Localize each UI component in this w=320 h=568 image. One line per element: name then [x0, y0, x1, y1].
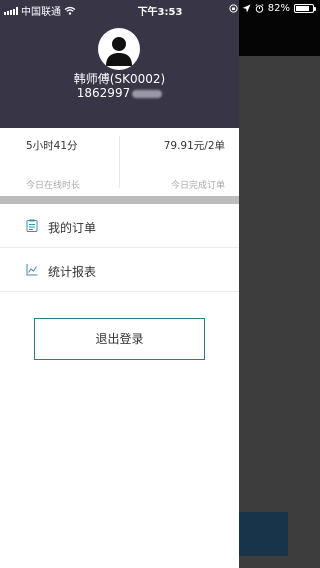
avatar[interactable]: [98, 28, 140, 70]
battery-percent: 82%: [267, 3, 290, 14]
drawer-menu: 我的订单 统计报表: [0, 204, 239, 292]
status-bar: 中国联通 下午3:53 82%: [0, 0, 320, 18]
profile-phone: 1862997: [0, 86, 239, 100]
menu-item-label: 统计报表: [48, 265, 97, 279]
stats-panel: 5小时41分 今日在线时长 79.91元/2单 今日完成订单: [0, 128, 239, 196]
orders-value: 79.91元/2单: [163, 140, 225, 152]
stat-orders: 79.91元/2单 今日完成订单: [120, 128, 239, 196]
section-divider: [0, 196, 239, 204]
background-action-button: [236, 512, 288, 556]
phone-mask: [132, 89, 163, 98]
status-right: 82%: [229, 3, 316, 14]
menu-item-label: 我的订单: [48, 221, 97, 235]
profile-phone-number: 1862997: [76, 86, 131, 100]
rotation-lock-icon: [229, 4, 238, 13]
chart-icon: [26, 264, 38, 276]
online-time-value: 5小时41分: [26, 140, 78, 152]
alarm-icon: [255, 4, 264, 13]
location-icon: [242, 4, 251, 13]
menu-item-my-orders[interactable]: 我的订单: [0, 204, 239, 248]
battery-icon: [294, 4, 316, 13]
profile-name: 韩师傅(SK0002): [73, 72, 166, 86]
clipboard-icon: [26, 219, 38, 232]
online-time-label: 今日在线时长: [26, 181, 81, 191]
side-drawer: 韩师傅(SK0002) 1862997 5小时41分 今日在线时长 79.91元…: [0, 0, 239, 568]
logout-button[interactable]: 退出登录: [34, 318, 205, 360]
orders-label: 今日完成订单: [170, 181, 225, 191]
stat-online-time: 5小时41分 今日在线时长: [0, 128, 119, 196]
person-icon: [106, 37, 132, 66]
battery-fill: [296, 6, 310, 11]
menu-item-statistics[interactable]: 统计报表: [0, 248, 239, 292]
profile-header: 韩师傅(SK0002) 1862997: [0, 0, 239, 128]
